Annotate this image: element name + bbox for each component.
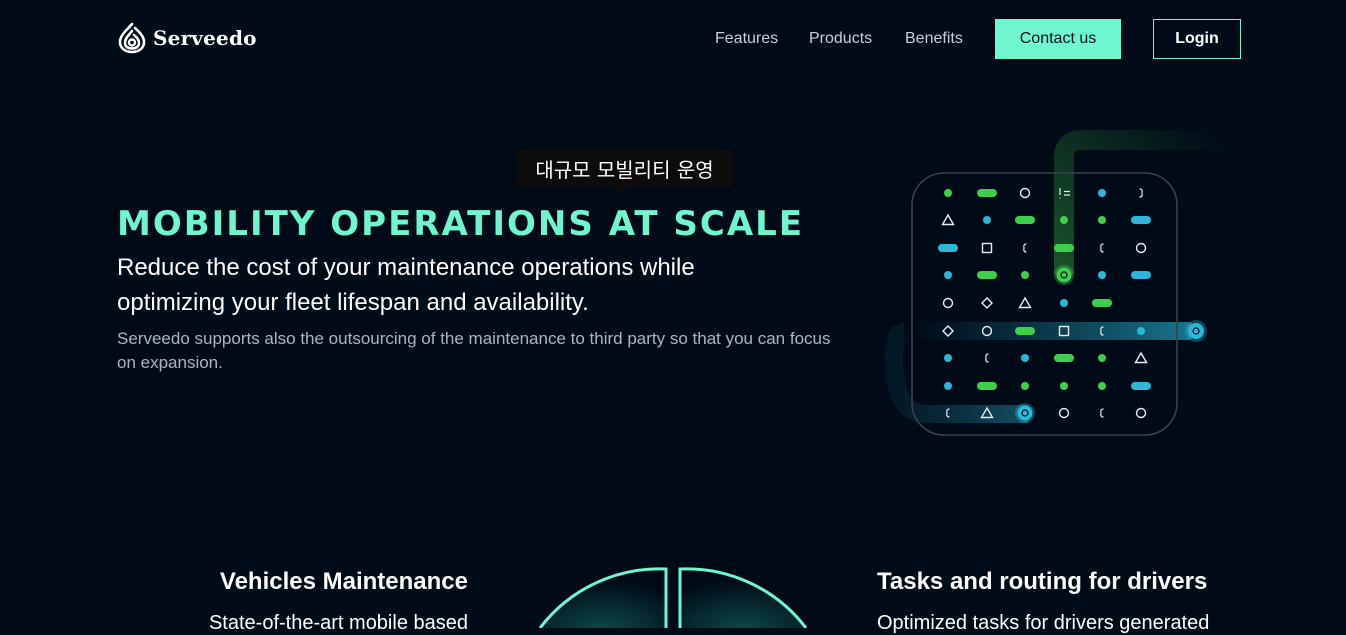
hero-subtitle: Reduce the cost of your maintenance oper… <box>117 254 695 316</box>
grid-brace <box>1139 188 1143 198</box>
grid-dot <box>1021 271 1029 279</box>
route-node-icon <box>1017 405 1033 421</box>
feature-tasks-routing-title: Tasks and routing for drivers <box>877 568 1208 595</box>
grid-dot <box>1098 382 1106 390</box>
grid-ring <box>942 297 954 309</box>
grid-dot <box>1060 382 1068 390</box>
nav-link-features[interactable]: Features <box>715 30 778 48</box>
brand-name: Serveedo <box>153 26 257 50</box>
feature-vehicles-maintenance-desc: State-of-the-art mobile based <box>208 612 468 634</box>
grid-dot <box>1098 271 1106 279</box>
grid-ring <box>1019 187 1031 199</box>
grid-dot <box>1060 299 1068 307</box>
features-circle-illustration <box>538 567 808 628</box>
login-button[interactable]: Login <box>1153 19 1241 59</box>
grid-dot <box>1098 216 1106 224</box>
grid-dot <box>983 216 991 224</box>
serveedo-logo-icon <box>118 22 146 54</box>
route-node-icon <box>1056 267 1072 283</box>
grid-brace <box>1100 243 1104 253</box>
grid-ring <box>1058 407 1070 419</box>
grid-dot <box>1021 354 1029 362</box>
grid-square <box>981 242 993 254</box>
grid-dot <box>1098 189 1106 197</box>
grid-pill <box>977 271 997 279</box>
fleet-grid-illustration <box>884 130 1225 436</box>
grid-dot <box>1060 216 1068 224</box>
grid-diamond <box>981 297 993 309</box>
grid-dot <box>944 189 952 197</box>
grid-pill <box>1092 299 1112 307</box>
route-node-icon <box>1188 323 1204 339</box>
grid-pill <box>1054 354 1074 362</box>
hero-description: Serveedo supports also the outsourcing o… <box>117 329 831 372</box>
grid-ring <box>1135 242 1147 254</box>
grid-dot <box>944 382 952 390</box>
grid-pill <box>1054 244 1074 252</box>
nav-link-products[interactable]: Products <box>809 30 872 48</box>
grid-pill <box>1131 382 1151 390</box>
grid-dot <box>1137 327 1145 335</box>
feature-tasks-routing-desc: Optimized tasks for drivers generated <box>877 612 1210 634</box>
grid-triangle <box>1134 351 1148 364</box>
grid-triangle <box>1018 296 1032 309</box>
brand-logo[interactable]: Serveedo <box>117 22 257 54</box>
feature-vehicles-maintenance-title: Vehicles Maintenance <box>219 568 468 595</box>
grid-triangle <box>941 213 955 226</box>
grid-brace <box>985 353 989 363</box>
contact-us-button[interactable]: Contact us <box>995 19 1121 59</box>
translation-tooltip: 대규모 모빌리티 운영 <box>516 149 733 194</box>
grid-pill <box>1131 271 1151 279</box>
grid-dot <box>944 271 952 279</box>
grid-pill <box>1131 216 1151 224</box>
hero-title: MOBILITY OPERATIONS AT SCALE <box>117 204 805 244</box>
grid-pill <box>1015 327 1035 335</box>
top-nav: Serveedo Features Products Benefits Cont… <box>0 0 1346 78</box>
grid-dot <box>1021 382 1029 390</box>
grid-pill <box>1015 216 1035 224</box>
grid-brace <box>1100 408 1104 418</box>
grid-dot <box>944 354 952 362</box>
grid-pill <box>977 382 997 390</box>
grid-pill <box>938 244 958 252</box>
grid-dot <box>1098 354 1106 362</box>
grid-ring <box>1135 407 1147 419</box>
grid-pill <box>977 189 997 197</box>
nav-link-benefits[interactable]: Benefits <box>905 30 963 48</box>
grid-brace <box>1023 243 1027 253</box>
